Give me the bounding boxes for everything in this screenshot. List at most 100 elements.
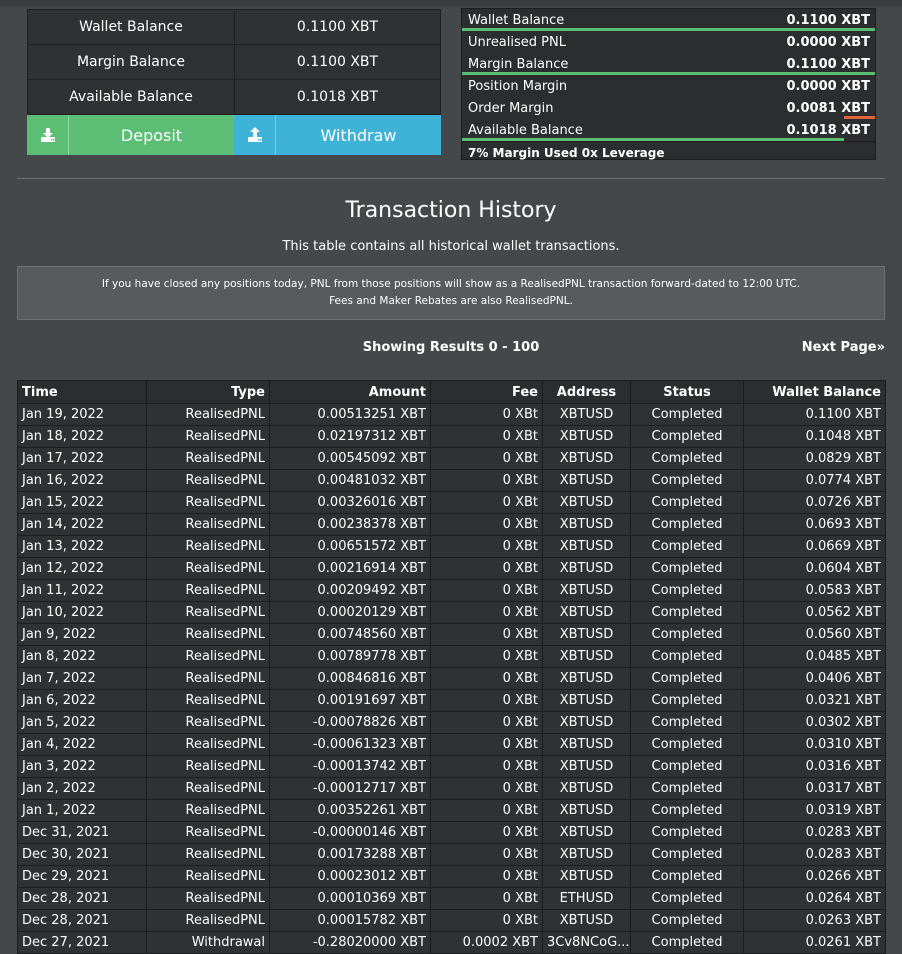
cell-status: Completed — [630, 711, 744, 734]
cell-wallet-balance: 0.0316 XBT — [743, 755, 886, 778]
section-divider — [17, 178, 885, 179]
table-row: Jan 11, 2022 RealisedPNL 0.00209492 XBT 0 X… — [17, 579, 886, 602]
balance-row: Available Balance 0.1018 XBT — [27, 79, 441, 115]
cell-time: Dec 31, 2021 — [17, 821, 147, 844]
next-page-link[interactable]: Next Page» — [802, 340, 885, 355]
cell-wallet-balance: 0.0406 XBT — [743, 667, 886, 690]
cell-type: RealisedPNL — [146, 579, 270, 602]
cell-time: Jan 7, 2022 — [17, 667, 147, 690]
cell-time: Jan 1, 2022 — [17, 799, 147, 822]
cell-status: Completed — [630, 579, 744, 602]
cell-fee: 0 XBt — [430, 447, 543, 470]
table-row: Jan 5, 2022 RealisedPNL -0.00078826 XBT 0 X… — [17, 711, 886, 734]
cell-fee: 0 XBt — [430, 843, 543, 866]
cell-time: Jan 12, 2022 — [17, 557, 147, 580]
cell-time: Jan 17, 2022 — [17, 447, 147, 470]
cell-status: Completed — [630, 667, 744, 690]
cell-status: Completed — [630, 491, 744, 514]
cell-wallet-balance: 0.0604 XBT — [743, 557, 886, 580]
cell-address: XBTUSD — [542, 447, 631, 470]
cell-status: Completed — [630, 689, 744, 712]
margin-value: 0.1018 XBT — [786, 122, 871, 138]
col-time[interactable]: Time — [17, 380, 147, 404]
results-count: Showing Results 0 - 100 — [362, 340, 540, 355]
col-type[interactable]: Type — [146, 380, 270, 404]
cell-address: XBTUSD — [542, 689, 631, 712]
cell-fee: 0 XBt — [430, 777, 543, 800]
table-row: Jan 4, 2022 RealisedPNL -0.00061323 XBT 0 X… — [17, 733, 886, 756]
cell-status: Completed — [630, 887, 744, 910]
col-address[interactable]: Address — [542, 380, 631, 404]
cell-time: Dec 27, 2021 — [17, 931, 147, 954]
cell-status: Completed — [630, 733, 744, 756]
cell-type: RealisedPNL — [146, 645, 270, 668]
cell-wallet-balance: 0.1048 XBT — [743, 425, 886, 448]
table-row: Jan 14, 2022 RealisedPNL 0.00238378 XBT 0 X… — [17, 513, 886, 536]
cell-type: RealisedPNL — [146, 689, 270, 712]
cell-type: RealisedPNL — [146, 601, 270, 624]
cell-status: Completed — [630, 865, 744, 888]
table-row: Jan 15, 2022 RealisedPNL 0.00326016 XBT 0 X… — [17, 491, 886, 514]
cell-address: XBTUSD — [542, 469, 631, 492]
cell-address: XBTUSD — [542, 909, 631, 932]
cell-address: XBTUSD — [542, 491, 631, 514]
cell-address: XBTUSD — [542, 513, 631, 536]
cell-wallet-balance: 0.0562 XBT — [743, 601, 886, 624]
cell-address: XBTUSD — [542, 579, 631, 602]
notice-line-1: If you have closed any positions today, … — [101, 278, 801, 290]
cell-time: Dec 28, 2021 — [17, 887, 147, 910]
cell-wallet-balance: 0.0560 XBT — [743, 623, 886, 646]
cell-time: Jan 3, 2022 — [17, 755, 147, 778]
cell-wallet-balance: 0.0774 XBT — [743, 469, 886, 492]
cell-wallet-balance: 0.1100 XBT — [743, 403, 886, 426]
page-title: Transaction History — [345, 198, 557, 223]
cell-wallet-balance: 0.0669 XBT — [743, 535, 886, 558]
cell-time: Jan 10, 2022 — [17, 601, 147, 624]
cell-address: XBTUSD — [542, 557, 631, 580]
margin-value: 0.0081 XBT — [786, 100, 871, 116]
cell-type: Withdrawal — [146, 931, 270, 954]
cell-type: RealisedPNL — [146, 733, 270, 756]
cell-fee: 0 XBt — [430, 887, 543, 910]
cell-status: Completed — [630, 843, 744, 866]
cell-fee: 0 XBt — [430, 667, 543, 690]
table-row: Jan 16, 2022 RealisedPNL 0.00481032 XBT 0 X… — [17, 469, 886, 492]
cell-address: XBTUSD — [542, 623, 631, 646]
cell-fee: 0 XBt — [430, 689, 543, 712]
cell-address: 3Cv8NCoG... — [542, 931, 631, 954]
cell-fee: 0.0002 XBT — [430, 931, 543, 954]
cell-amount: 0.00789778 XBT — [269, 645, 431, 668]
col-wallet-balance[interactable]: Wallet Balance — [743, 380, 886, 404]
table-row: Dec 30, 2021 RealisedPNL 0.00173288 XBT 0 X… — [17, 843, 886, 866]
cell-address: ETHUSD — [542, 887, 631, 910]
table-row: Jan 8, 2022 RealisedPNL 0.00789778 XBT 0 XB… — [17, 645, 886, 668]
cell-address: XBTUSD — [542, 865, 631, 888]
withdraw-button[interactable]: Withdraw — [234, 115, 441, 155]
cell-status: Completed — [630, 513, 744, 536]
deposit-button[interactable]: Deposit — [27, 115, 234, 155]
table-row: Dec 28, 2021 RealisedPNL 0.00015782 XBT 0 X… — [17, 909, 886, 932]
cell-amount: 0.00191697 XBT — [269, 689, 431, 712]
table-row: Jan 10, 2022 RealisedPNL 0.00020129 XBT 0 X… — [17, 601, 886, 624]
cell-address: XBTUSD — [542, 799, 631, 822]
cell-type: RealisedPNL — [146, 403, 270, 426]
cell-amount: 0.00020129 XBT — [269, 601, 431, 624]
cell-fee: 0 XBt — [430, 601, 543, 624]
cell-wallet-balance: 0.0310 XBT — [743, 733, 886, 756]
margin-value: 0.0000 XBT — [786, 34, 871, 50]
cell-status: Completed — [630, 623, 744, 646]
cell-type: RealisedPNL — [146, 821, 270, 844]
col-fee[interactable]: Fee — [430, 380, 543, 404]
table-row: Dec 28, 2021 RealisedPNL 0.00010369 XBT 0 X… — [17, 887, 886, 910]
cell-address: XBTUSD — [542, 601, 631, 624]
table-row: Dec 31, 2021 RealisedPNL -0.00000146 XBT 0 … — [17, 821, 886, 844]
table-row: Jan 1, 2022 RealisedPNL 0.00352261 XBT 0 XB… — [17, 799, 886, 822]
cell-amount: 0.00023012 XBT — [269, 865, 431, 888]
col-amount[interactable]: Amount — [269, 380, 431, 404]
table-row: Jan 17, 2022 RealisedPNL 0.00545092 XBT 0 X… — [17, 447, 886, 470]
margin-summary: Wallet Balance 0.1100 XBT Unrealised PNL 0.… — [461, 8, 876, 160]
balance-value: 0.1018 XBT — [234, 79, 441, 115]
cell-time: Jan 18, 2022 — [17, 425, 147, 448]
col-status[interactable]: Status — [630, 380, 744, 404]
cell-amount: 0.00513251 XBT — [269, 403, 431, 426]
